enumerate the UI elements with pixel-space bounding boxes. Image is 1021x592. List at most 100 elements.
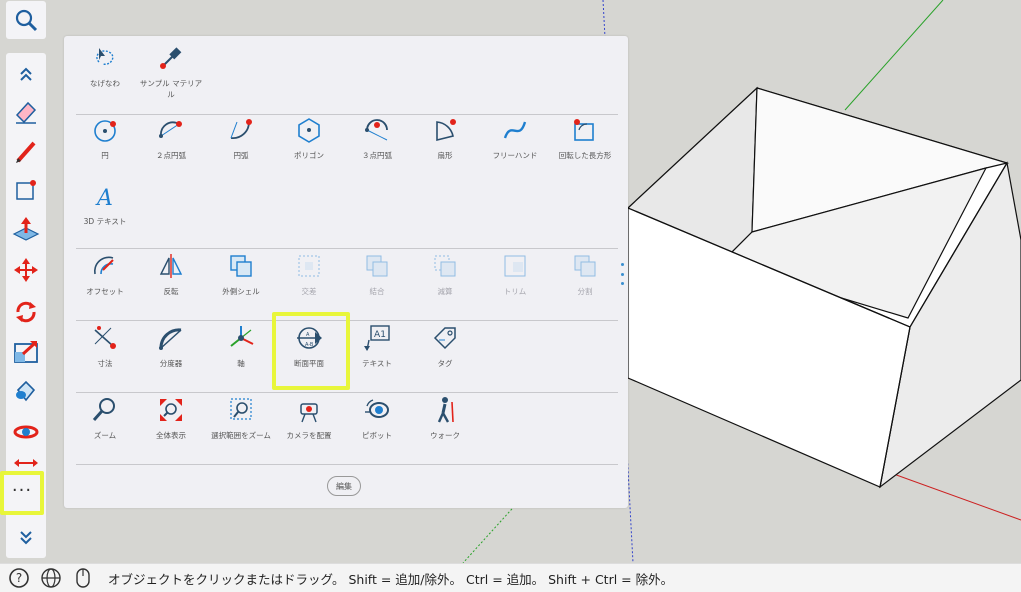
tool-label: 交差	[301, 287, 317, 296]
scale-icon	[14, 341, 38, 363]
tool-position-camera-button[interactable]: カメラを配置	[276, 396, 342, 460]
union-icon	[363, 252, 391, 280]
help-icon: ?	[9, 568, 29, 588]
tool-intersect-button[interactable]: 交差	[276, 252, 342, 316]
rotate-button[interactable]	[8, 295, 44, 329]
orbit-button[interactable]	[8, 415, 44, 449]
tool-label: フリーハンド	[492, 151, 538, 160]
box-model[interactable]	[626, 86, 1021, 489]
collapse-up-button[interactable]	[8, 57, 44, 91]
tool-pie-button[interactable]: 扇形	[412, 116, 478, 180]
section-plane-highlight	[272, 312, 350, 390]
left-toolbar: ···	[0, 53, 46, 558]
paint-bucket-button[interactable]	[8, 375, 44, 409]
globe-button[interactable]	[40, 567, 62, 589]
collapse-down-button[interactable]	[8, 521, 44, 555]
tool-zoom-button[interactable]: ズーム	[72, 396, 138, 460]
tool-circle-button[interactable]: 円	[72, 116, 138, 180]
pan-button[interactable]	[8, 451, 44, 471]
move-button[interactable]	[8, 253, 44, 287]
tool-pivot-button[interactable]: ピボット	[344, 396, 410, 460]
tool-label: 円	[101, 151, 109, 160]
more-tools-button[interactable]: ···	[0, 471, 44, 515]
rectangle-icon	[16, 180, 36, 200]
tool-three-point-arc-button[interactable]: ３点円弧	[344, 116, 410, 180]
tool-3d-text-button[interactable]: A 3D テキスト	[72, 182, 138, 246]
search-icon	[15, 9, 38, 32]
trim-icon	[501, 252, 529, 280]
tool-subtract-button[interactable]: 減算	[412, 252, 478, 316]
eraser-button[interactable]	[8, 95, 44, 129]
freehand-icon	[501, 116, 529, 144]
zoom-icon	[91, 396, 119, 424]
tool-two-point-arc-button[interactable]: ２点円弧	[138, 116, 204, 180]
tool-freehand-button[interactable]: フリーハンド	[482, 116, 548, 180]
tool-eyedropper-button[interactable]: サンプル マテリアル	[138, 44, 204, 108]
tool-label: ２点円弧	[156, 151, 186, 160]
ellipsis-icon: ···	[11, 479, 33, 501]
tool-label: 寸法	[97, 359, 113, 368]
tool-offset-button[interactable]: オフセット	[72, 252, 138, 316]
intersect-icon	[295, 252, 323, 280]
tool-label: 円弧	[233, 151, 249, 160]
tool-lasso-button[interactable]: なげなわ	[72, 44, 138, 108]
eyedropper-icon	[157, 44, 185, 72]
kebab-menu-icon[interactable]	[619, 263, 625, 285]
svg-text:A: A	[95, 186, 113, 210]
tool-label: 反転	[163, 287, 179, 296]
zoom-extents-icon	[157, 396, 185, 424]
tool-tag-button[interactable]: タグ	[412, 324, 478, 388]
tool-rotated-rectangle-button[interactable]: 回転した長方形	[552, 116, 618, 180]
tool-label: ウォーク	[430, 431, 460, 440]
tool-text-button[interactable]: A1 テキスト	[344, 324, 410, 388]
tool-dimension-button[interactable]: 寸法	[72, 324, 138, 388]
edit-button[interactable]: 編集	[327, 476, 361, 496]
position-camera-icon	[295, 396, 323, 424]
tool-union-button[interactable]: 結合	[344, 252, 410, 316]
tool-polygon-button[interactable]: ポリゴン	[276, 116, 342, 180]
help-button[interactable]: ?	[8, 567, 30, 589]
two-point-arc-icon	[157, 116, 185, 144]
status-bar: ? オブジェクトをクリックまたはドラッグ。 Shift = 追加/除外。 Ctr…	[0, 563, 1021, 592]
tool-arc-button[interactable]: 円弧	[208, 116, 274, 180]
tool-label: サンプル マテリアル	[139, 79, 203, 99]
rectangle-button[interactable]	[8, 173, 44, 207]
pivot-icon	[363, 396, 391, 424]
status-message: オブジェクトをクリックまたはドラッグ。 Shift = 追加/除外。 Ctrl …	[108, 571, 674, 587]
tool-split-button[interactable]: 分割	[552, 252, 618, 316]
tool-axes-button[interactable]: 軸	[208, 324, 274, 388]
push-pull-button[interactable]	[8, 213, 44, 247]
circle-icon	[91, 116, 119, 144]
tool-label: タグ	[437, 359, 453, 368]
tool-walk-button[interactable]: ウォーク	[412, 396, 478, 460]
protractor-icon	[157, 324, 185, 352]
tool-trim-button[interactable]: トリム	[482, 252, 548, 316]
svg-text:?: ?	[16, 571, 22, 585]
tool-label: 選択範囲をズーム	[211, 431, 271, 440]
tool-zoom-extents-button[interactable]: 全体表示	[138, 396, 204, 460]
pan-icon	[14, 459, 38, 467]
tool-outer-shell-button[interactable]: 外側シェル	[208, 252, 274, 316]
tool-label: 全体表示	[156, 431, 186, 440]
tool-label: 3D テキスト	[83, 217, 127, 226]
rotated-rectangle-icon	[571, 116, 599, 144]
dimension-icon	[91, 324, 119, 352]
row-divider	[76, 248, 618, 249]
eraser-icon	[15, 101, 37, 124]
search-button[interactable]	[6, 1, 46, 39]
orbit-icon	[13, 425, 39, 439]
pencil-button[interactable]	[8, 135, 44, 169]
tool-label: テキスト	[362, 359, 392, 368]
mouse-button[interactable]	[72, 567, 94, 589]
tool-label: 扇形	[437, 151, 453, 160]
text-icon: A1	[363, 324, 391, 352]
scale-button[interactable]	[8, 335, 44, 369]
zoom-selection-icon	[227, 396, 255, 424]
tool-protractor-button[interactable]: 分度器	[138, 324, 204, 388]
tool-flip-button[interactable]: 反転	[138, 252, 204, 316]
globe-icon	[41, 568, 61, 588]
tool-label: ３点円弧	[362, 151, 392, 160]
paint-bucket-icon	[16, 380, 36, 402]
tool-zoom-selection-button[interactable]: 選択範囲をズーム	[208, 396, 274, 460]
collapse-down-icon	[20, 531, 32, 545]
